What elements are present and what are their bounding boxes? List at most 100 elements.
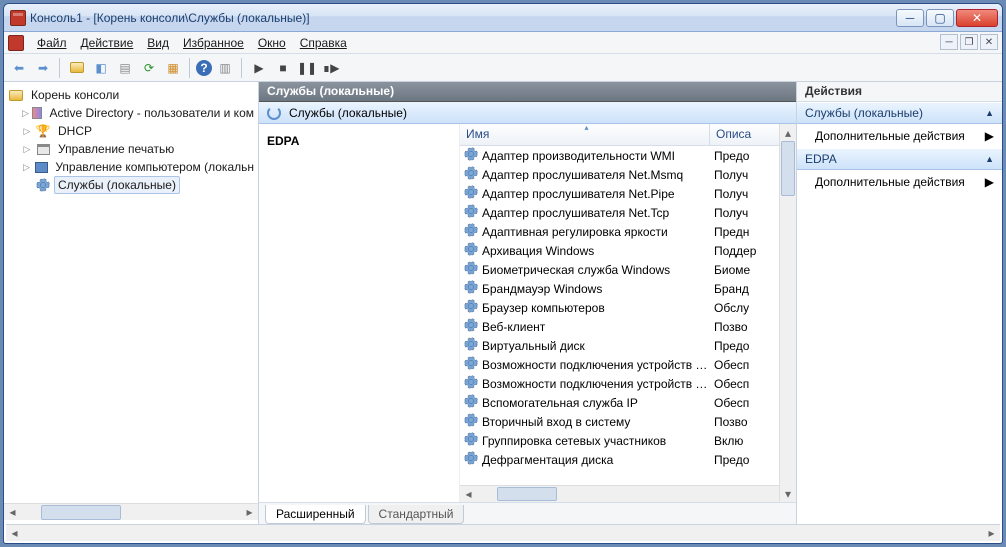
detail-column: EDPA [259, 124, 459, 502]
menu-favorites[interactable]: Избранное [176, 36, 251, 50]
maximize-button[interactable]: ▢ [926, 9, 954, 27]
menu-view[interactable]: Вид [140, 36, 176, 50]
collapse-icon[interactable]: ▲ [985, 154, 994, 164]
service-row[interactable]: Вторичный вход в системуПозво [460, 412, 796, 431]
list-vscrollbar[interactable]: ▴ ▾ [779, 124, 796, 502]
scroll-thumb[interactable] [781, 141, 795, 196]
list-body[interactable]: Адаптер производительности WMIПредоАдапт… [460, 146, 796, 485]
close-button[interactable]: ✕ [956, 9, 998, 27]
menu-help[interactable]: Справка [293, 36, 354, 50]
mdi-minimize-button[interactable]: ─ [940, 34, 958, 50]
tree-root-label: Корень консоли [27, 86, 123, 104]
scroll-thumb[interactable] [41, 505, 121, 520]
service-row[interactable]: Возможности подключения устройств …Обесп [460, 374, 796, 393]
scroll-down-icon[interactable]: ▾ [780, 485, 796, 502]
service-row[interactable]: Виртуальный дискПредо [460, 336, 796, 355]
start-service-button[interactable]: ▶ [248, 57, 270, 79]
restart-service-button[interactable]: ∎▶ [320, 57, 342, 79]
actions-more-services[interactable]: Дополнительные действия ▶ [797, 124, 1002, 148]
expander-icon[interactable]: ▷ [22, 162, 31, 173]
scroll-left-icon[interactable]: ◂ [4, 505, 21, 520]
service-row[interactable]: Вспомогательная служба IPОбесп [460, 393, 796, 412]
gear-icon [464, 223, 478, 240]
service-row[interactable]: Адаптивная регулировка яркостиПредн [460, 222, 796, 241]
mdi-restore-button[interactable]: ❐ [960, 34, 978, 50]
service-row[interactable]: Дефрагментация дискаПредо [460, 450, 796, 469]
help-topics-button[interactable]: ▥ [214, 57, 236, 79]
expander-icon[interactable]: ▷ [22, 144, 32, 155]
service-row[interactable]: Брандмауэр WindowsБранд [460, 279, 796, 298]
column-name-header[interactable]: Имя ▴ [460, 124, 710, 145]
menu-action[interactable]: Действие [74, 36, 141, 50]
service-row[interactable]: Группировка сетевых участниковВклю [460, 431, 796, 450]
refresh-button[interactable]: ⟳ [138, 57, 160, 79]
help-button[interactable]: ? [196, 60, 212, 76]
service-row[interactable]: Адаптер прослушивателя Net.MsmqПолуч [460, 165, 796, 184]
back-button[interactable]: ⬅ [8, 57, 30, 79]
console-tree[interactable]: Корень консоли ▷ Active Directory - поль… [4, 86, 258, 503]
scroll-left-icon[interactable]: ◂ [460, 486, 477, 502]
mmc-window: Консоль1 - [Корень консоли\Службы (локал… [3, 3, 1003, 544]
collapse-icon[interactable]: ▲ [985, 108, 994, 118]
expander-icon[interactable]: ▷ [22, 108, 29, 119]
scroll-right-icon[interactable]: ▸ [983, 525, 1000, 541]
result-pane: Службы (локальные) Службы (локальные) ED… [259, 82, 797, 524]
document-icon[interactable] [8, 35, 24, 51]
actions-section-selected[interactable]: EDPA ▲ [797, 148, 1002, 170]
scroll-left-icon[interactable]: ◂ [6, 525, 23, 541]
expander-icon[interactable]: ▷ [22, 126, 32, 137]
properties-button[interactable]: ▤ [114, 57, 136, 79]
gear-icon [464, 185, 478, 202]
service-list: Имя ▴ Описа Адаптер производительности W… [459, 124, 796, 502]
actions-section-services[interactable]: Службы (локальные) ▲ [797, 102, 1002, 124]
tree-item-print[interactable]: ▷ Управление печатью [4, 140, 258, 158]
selected-service-name: EDPA [267, 134, 299, 148]
minimize-button[interactable]: ─ [896, 9, 924, 27]
tree-item-ad[interactable]: ▷ Active Directory - пользователи и ком [4, 104, 258, 122]
service-row[interactable]: Биометрическая служба WindowsБиоме [460, 260, 796, 279]
actions-pane: Действия Службы (локальные) ▲ Дополнител… [797, 82, 1002, 524]
tree-item-computer-mgmt[interactable]: ▷ Управление компьютером (локальн [4, 158, 258, 176]
service-row[interactable]: Адаптер прослушивателя Net.TcpПолуч [460, 203, 796, 222]
show-hide-tree-button[interactable]: ◧ [90, 57, 112, 79]
export-button[interactable]: ▦ [162, 57, 184, 79]
menu-window[interactable]: Окно [251, 36, 293, 50]
service-row[interactable]: Архивация WindowsПоддер [460, 241, 796, 260]
service-name: Веб-клиент [482, 320, 545, 334]
scroll-up-icon[interactable]: ▴ [780, 124, 796, 141]
scroll-thumb[interactable] [497, 487, 557, 501]
stop-service-button[interactable]: ■ [272, 57, 294, 79]
sort-asc-icon: ▴ [585, 123, 589, 132]
service-name: Возможности подключения устройств … [482, 377, 707, 391]
actions-more-selected[interactable]: Дополнительные действия ▶ [797, 170, 1002, 194]
window-hscrollbar[interactable]: ◂ ▸ [6, 524, 1000, 541]
service-row[interactable]: Браузер компьютеровОбслу [460, 298, 796, 317]
service-name: Адаптер производительности WMI [482, 149, 675, 163]
mdi-close-button[interactable]: ✕ [980, 34, 998, 50]
app-icon [10, 10, 26, 26]
service-row[interactable]: Возможности подключения устройств …Обесп [460, 355, 796, 374]
up-level-button[interactable] [66, 57, 88, 79]
service-row[interactable]: Адаптер производительности WMIПредо [460, 146, 796, 165]
service-row[interactable]: Веб-клиентПозво [460, 317, 796, 336]
service-name: Вторичный вход в систему [482, 415, 630, 429]
titlebar[interactable]: Консоль1 - [Корень консоли\Службы (локал… [4, 4, 1002, 32]
refresh-icon[interactable] [267, 106, 281, 120]
service-row[interactable]: Адаптер прослушивателя Net.PipeПолуч [460, 184, 796, 203]
tree-root[interactable]: Корень консоли [4, 86, 258, 104]
result-subheader: Службы (локальные) [259, 102, 796, 124]
computer-icon [35, 162, 48, 173]
pause-service-button[interactable]: ❚❚ [296, 57, 318, 79]
scroll-right-icon[interactable]: ▸ [241, 505, 258, 520]
console-tree-pane: Корень консоли ▷ Active Directory - поль… [4, 82, 259, 524]
tab-standard[interactable]: Стандартный [368, 505, 465, 524]
tree-item-dhcp[interactable]: ▷ 🏆 DHCP [4, 122, 258, 140]
tab-extended[interactable]: Расширенный [265, 505, 366, 524]
tree-hscrollbar[interactable]: ◂ ▸ [4, 503, 258, 520]
window-title: Консоль1 - [Корень консоли\Службы (локал… [30, 11, 894, 25]
list-hscrollbar[interactable]: ◂ ▸ [460, 485, 796, 502]
gear-icon [464, 166, 478, 183]
forward-button[interactable]: ➡ [32, 57, 54, 79]
tree-item-services[interactable]: Службы (локальные) [4, 176, 258, 194]
menu-file[interactable]: Файл [30, 36, 74, 50]
